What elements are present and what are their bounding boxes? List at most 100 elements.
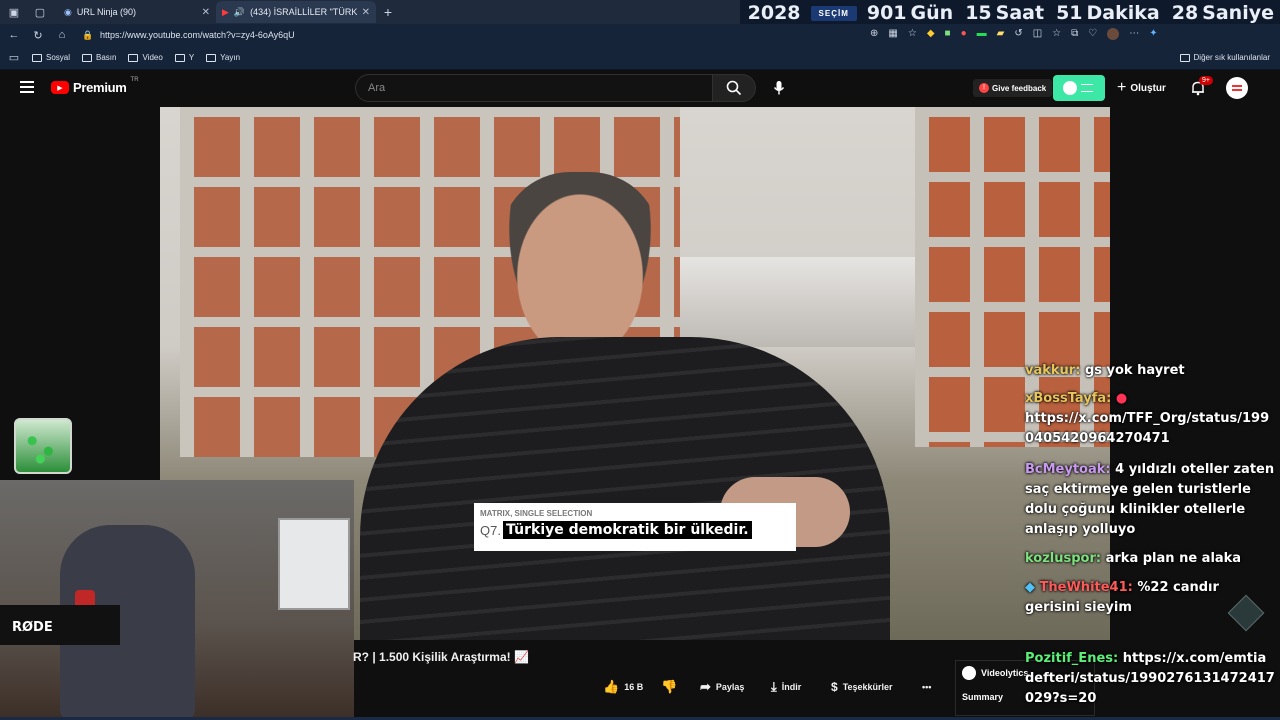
voice-search-button[interactable] [770, 79, 788, 97]
new-tab-icon[interactable]: + [380, 4, 396, 20]
youtube-play-icon: ▶ [51, 81, 69, 94]
webcam-overlay: RØDE [0, 480, 354, 720]
chat-username: vakkur: [1025, 363, 1081, 378]
split-screen-icon[interactable]: ◫ [1033, 28, 1042, 40]
chat-username: Pozitif_Enes: [1025, 651, 1119, 666]
plus-icon: + [1117, 79, 1127, 96]
menu-dots-icon[interactable]: ⋯ [1129, 28, 1139, 40]
translate-icon[interactable]: ⊕ [870, 28, 878, 40]
extension-name: Videolytics [981, 668, 1029, 678]
download-button[interactable]: ⤓ İndir [771, 678, 801, 696]
heart-icon[interactable]: ♡ [1088, 28, 1097, 40]
url-field[interactable]: https://www.youtube.com/watch?v=zy4-6oAy… [100, 24, 295, 46]
extension-icon[interactable]: ● [961, 28, 967, 40]
bookmark-folder[interactable]: Y [174, 53, 195, 62]
feedback-label: Give feedback [992, 83, 1047, 93]
thanks-button[interactable]: $ Teşekkürler [831, 678, 893, 696]
home-icon[interactable]: ⌂ [54, 27, 70, 43]
bookmark-label: Sosyal [46, 53, 71, 62]
election-countdown: 2028 SEÇİM 901 Gün 15 Saat 51 Dakika 28 … [739, 0, 1280, 26]
avatar-logo-icon [1232, 85, 1242, 91]
jar-widget [14, 418, 72, 474]
summary-tab[interactable]: Summary [962, 692, 1003, 702]
copilot-icon[interactable]: ✦ [1149, 28, 1157, 40]
chat-username: TheWhite41: [1039, 580, 1133, 595]
share-button[interactable]: ➦ Paylaş [700, 678, 744, 696]
countdown-hours: 15 [965, 2, 992, 24]
tab-label: (434) İSRAİLLİLER "TÜRKİYE" [250, 7, 357, 17]
reload-icon[interactable]: ↻ [30, 27, 46, 43]
video-title: R? | 1.500 Kişilik Araştırma! 📈 [353, 650, 529, 664]
toggle-knob-icon [1063, 81, 1077, 95]
like-button[interactable]: 👍 16 B [603, 678, 643, 696]
collections-icon[interactable]: ⧉ [1071, 28, 1078, 40]
bookmark-folder[interactable]: Sosyal [32, 53, 70, 62]
refresh-ext-icon[interactable]: ↺ [1014, 28, 1022, 40]
extension-icon[interactable]: ◆ [927, 28, 935, 40]
notifications-button[interactable]: 9+ [1190, 76, 1213, 98]
question-type: MATRIX, SINGLE SELECTION [480, 509, 593, 518]
tab-url-ninja[interactable]: ◉ URL Ninja (90) ✕ [58, 1, 216, 23]
bookmark-label: Yayın [220, 53, 241, 62]
bookmark-label: Y [188, 53, 195, 62]
chat-username: BcMeytoak: [1025, 462, 1111, 477]
back-icon[interactable]: ← [6, 27, 22, 43]
tab-youtube[interactable]: ▶ 🔊 (434) İSRAİLLİLER "TÜRKİYE" ✕ [216, 1, 376, 23]
bookmark-folder[interactable]: Basın [82, 53, 116, 62]
bookmarks-bar: ▭ Sosyal Basın Video Y Yayın Diğer sık k… [0, 46, 1280, 70]
lock-icon: 🔒 [82, 29, 94, 40]
download-label: İndir [781, 682, 802, 692]
extension-icon[interactable]: ▰ [997, 28, 1005, 40]
countdown-minutes: 51 [1056, 2, 1083, 24]
more-actions-button[interactable]: ••• [922, 678, 931, 696]
speaker-icon[interactable]: 🔊 [234, 7, 245, 18]
chat-username: kozluspor: [1025, 551, 1102, 566]
whiteboard [278, 518, 350, 610]
bookmark-folder[interactable]: Yayın [206, 53, 240, 62]
bookmark-label: Video [142, 53, 163, 62]
reading-icon[interactable]: ▭ [6, 50, 22, 66]
chat-message: Pozitif_Enes: https://x.com/emtiadefteri… [1025, 649, 1275, 709]
close-tab-icon[interactable]: ✕ [362, 7, 370, 18]
profile-icon[interactable] [1107, 28, 1120, 40]
favorites-icon[interactable]: ☆ [1052, 28, 1061, 40]
youtube-logo[interactable]: ▶ Premium TR [51, 77, 139, 95]
videolytics-header[interactable]: Videolytics [962, 666, 1028, 680]
logo-text: Premium [73, 80, 127, 95]
search-button[interactable] [712, 74, 756, 102]
workspaces-icon[interactable]: ▣ [6, 4, 22, 20]
search-icon [726, 80, 742, 96]
search-input[interactable]: Ara [355, 74, 713, 102]
grid-icon[interactable]: ▦ [888, 28, 897, 40]
chat-username: xBossTayfa: [1025, 391, 1112, 406]
extension-icon[interactable]: ▬ [977, 28, 987, 40]
folder-icon [174, 53, 185, 62]
star-icon[interactable]: ☆ [908, 28, 917, 40]
tab-actions-icon[interactable]: ▢ [32, 4, 48, 20]
notification-badge: 9+ [1199, 76, 1213, 85]
like-count: 16 B [624, 682, 644, 692]
more-dots-icon: ••• [922, 682, 932, 692]
chat-text: https://x.com/TFF_Org/status/19904054209… [1025, 411, 1270, 446]
folder-icon [32, 53, 42, 62]
bookmark-folder[interactable]: Video [128, 53, 163, 62]
create-label: Oluştur [1130, 82, 1166, 94]
other-favorites[interactable]: Diğer sık kullanılanlar [1179, 53, 1270, 62]
share-label: Paylaş [715, 682, 745, 692]
countdown-days: 901 [866, 2, 907, 24]
dislike-button[interactable]: 👎 [661, 678, 677, 696]
extension-toggle[interactable] [1053, 75, 1105, 101]
close-tab-icon[interactable]: ✕ [202, 7, 210, 18]
countdown-label: SEÇİM [810, 5, 857, 21]
create-button[interactable]: + Oluştur [1117, 79, 1166, 97]
address-bar: ← ↻ ⌂ 🔒 https://www.youtube.com/watch?v=… [0, 24, 1280, 46]
extension-icon[interactable]: ■ [945, 28, 951, 40]
extension-icons: ⊕ ▦ ☆ ◆ ■ ● ▬ ▰ ↺ ◫ ☆ ⧉ ♡ ⋯ ✦ [870, 28, 1158, 40]
list-icon [1081, 84, 1093, 92]
hamburger-menu-icon[interactable] [20, 81, 34, 93]
feedback-icon: ! [979, 83, 989, 93]
give-feedback-button[interactable]: ! Give feedback [973, 79, 1053, 97]
avatar[interactable] [1226, 77, 1248, 99]
chat-message: kozluspor: arka plan ne alaka [1025, 549, 1275, 569]
mic-brand-label: RØDE [12, 620, 53, 635]
